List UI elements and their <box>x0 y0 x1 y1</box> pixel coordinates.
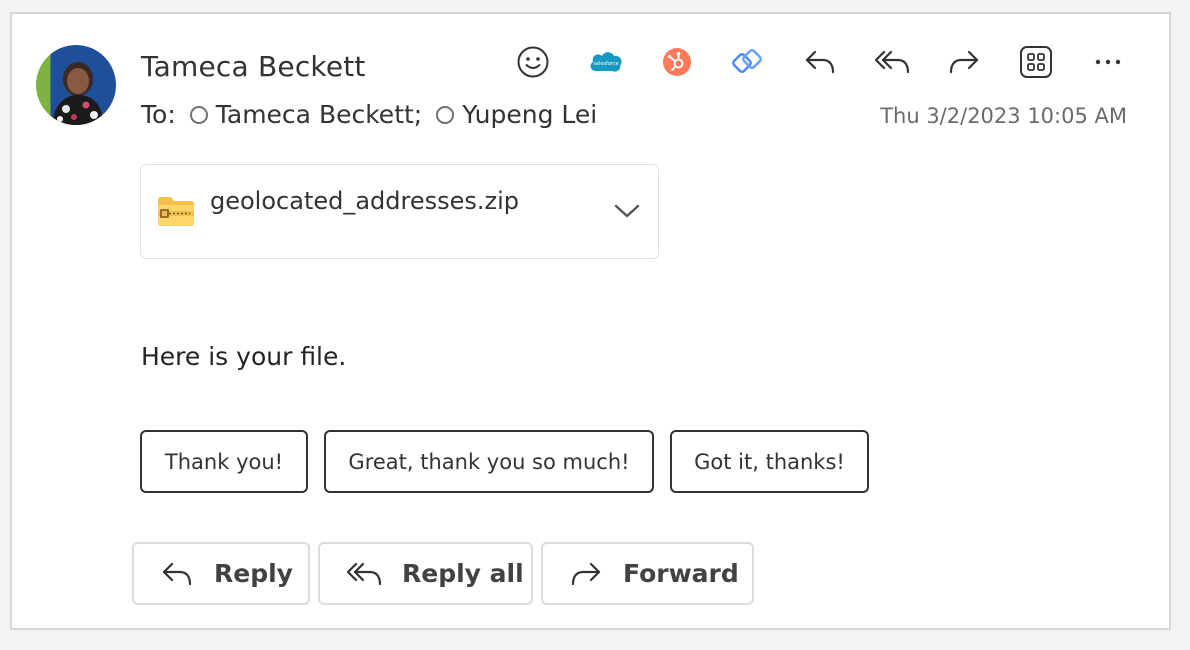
apps-icon[interactable] <box>1016 42 1056 82</box>
forward-button[interactable]: Forward <box>541 542 754 605</box>
reply-button[interactable]: Reply <box>132 542 310 605</box>
reply-all-icon[interactable] <box>872 42 912 82</box>
hubspot-icon[interactable] <box>657 42 697 82</box>
forward-icon[interactable] <box>944 42 984 82</box>
message-date: Thu 3/2/2023 10:05 AM <box>880 104 1127 128</box>
forward-icon <box>571 562 601 585</box>
salesforce-icon[interactable]: salesforce <box>586 42 626 82</box>
sender-avatar[interactable] <box>36 45 116 125</box>
reply-all-label: Reply all <box>402 559 524 588</box>
suggested-reply-2[interactable]: Great, thank you so much! <box>324 430 654 493</box>
smiley-icon[interactable] <box>513 42 553 82</box>
presence-circle-icon <box>436 105 455 124</box>
reply-icon[interactable] <box>800 42 840 82</box>
suggested-reply-3[interactable]: Got it, thanks! <box>670 430 869 493</box>
recipient-line: To: Tameca Beckett; Yupeng Lei <box>141 100 597 129</box>
forward-label: Forward <box>623 559 739 588</box>
recipient-1[interactable]: Tameca Beckett; <box>216 100 422 129</box>
salesforce-logo-text: salesforce <box>593 61 618 67</box>
presence-circle-icon <box>189 105 208 124</box>
sender-name[interactable]: Tameca Beckett <box>141 50 366 83</box>
message-body: Here is your file. <box>141 342 347 371</box>
viva-insights-icon[interactable] <box>729 42 769 82</box>
attachment-card[interactable]: geolocated_addresses.zip <box>140 164 659 259</box>
zip-folder-icon <box>157 195 195 231</box>
reply-all-button[interactable]: Reply all <box>318 542 533 605</box>
attachment-filename: geolocated_addresses.zip <box>210 187 520 215</box>
reply-all-icon <box>346 562 382 585</box>
reply-icon <box>162 562 192 585</box>
suggested-reply-1[interactable]: Thank you! <box>140 430 308 493</box>
more-icon[interactable] <box>1088 42 1128 82</box>
to-label: To: <box>141 100 176 129</box>
reply-label: Reply <box>214 559 293 588</box>
chevron-down-icon[interactable] <box>614 203 640 223</box>
recipient-2[interactable]: Yupeng Lei <box>462 100 597 129</box>
